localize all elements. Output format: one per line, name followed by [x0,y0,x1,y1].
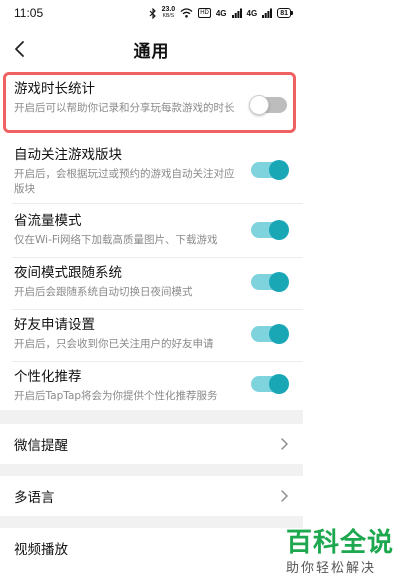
settings-screen: 11:05 23.0 KB/S HD 4G 4G 81 通用 游戏时长统计 开启… [0,0,303,588]
personalized-toggle[interactable] [251,374,289,394]
night-mode-toggle[interactable] [251,272,289,292]
setting-row-personalized[interactable]: 个性化推荐 开启后TapTap将会为你提供个性化推荐服务 [0,368,303,408]
setting-row-friend-request[interactable]: 好友申请设置 开启后，只会收到你已关注用户的好友申请 [0,316,303,362]
divider [12,361,303,362]
nav-row-language[interactable]: 多语言 [0,476,303,516]
auto-follow-toggle[interactable] [251,160,289,180]
setting-row-night-mode[interactable]: 夜间模式跟随系统 开启后会跟随系统自动切换日夜间模式 [0,264,303,310]
setting-label: 个性化推荐 [14,369,82,385]
divider [12,203,303,204]
friend-request-toggle[interactable] [251,324,289,344]
network-speed: 23.0 KB/S [161,6,176,19]
setting-label: 夜间模式跟随系统 [14,265,122,281]
signal-bars-icon [262,8,273,18]
section-gap [0,516,303,528]
hd-badge: HD [198,8,211,18]
watermark-sub: 助你轻松解决 [286,561,377,576]
nav-label: 视频播放 [14,542,68,558]
divider [12,309,303,310]
setting-desc: 开启后，会根据玩过或预约的游戏自动关注对应版块 [14,168,235,195]
highlight-box [3,72,296,133]
nav-label: 多语言 [14,490,55,506]
setting-label: 好友申请设置 [14,317,95,333]
chevron-right-icon [281,490,288,502]
setting-row-auto-follow[interactable]: 自动关注游戏版块 开启后，会根据玩过或预约的游戏自动关注对应版块 [0,146,303,204]
data-saver-toggle[interactable] [251,220,289,240]
blank-area [303,0,412,588]
chevron-left-icon[interactable] [10,38,32,60]
divider [12,257,303,258]
setting-label: 省流量模式 [14,213,82,229]
bluetooth-icon [149,7,156,19]
status-time: 11:05 [14,6,44,20]
section-gap [0,464,303,476]
nav-label: 微信提醒 [14,438,68,454]
setting-label: 自动关注游戏版块 [14,147,122,163]
setting-desc: 开启后，只会收到你已关注用户的好友申请 [14,338,214,350]
setting-desc: 仅在Wi-Fi网络下加载高质量图片、下载游戏 [14,234,218,246]
status-icons: 23.0 KB/S HD 4G 4G 81 [149,6,293,20]
setting-desc: 开启后TapTap将会为你提供个性化推荐服务 [14,390,218,402]
page-title: 通用 [133,41,170,62]
watermark-main: 百科全说 [286,528,395,558]
nav-row-wechat[interactable]: 微信提醒 [0,424,303,464]
setting-desc: 开启后会跟随系统自动切换日夜间模式 [14,286,193,298]
signal-bars-icon [231,8,242,18]
wifi-icon [180,8,193,18]
signal-2: 4G [246,8,258,18]
nav-row-video[interactable]: 视频播放 [0,528,303,568]
section-gap [0,410,303,424]
chevron-right-icon [281,438,288,450]
signal-1: 4G [215,8,227,18]
status-bar: 11:05 23.0 KB/S HD 4G 4G 81 [0,0,303,26]
page-header: 通用 [0,26,303,72]
setting-row-data-saver[interactable]: 省流量模式 仅在Wi-Fi网络下加载高质量图片、下载游戏 [0,212,303,258]
watermark-logo: 百科全说 助你轻松解决 [286,528,406,582]
battery-icon: 81 [277,8,293,18]
